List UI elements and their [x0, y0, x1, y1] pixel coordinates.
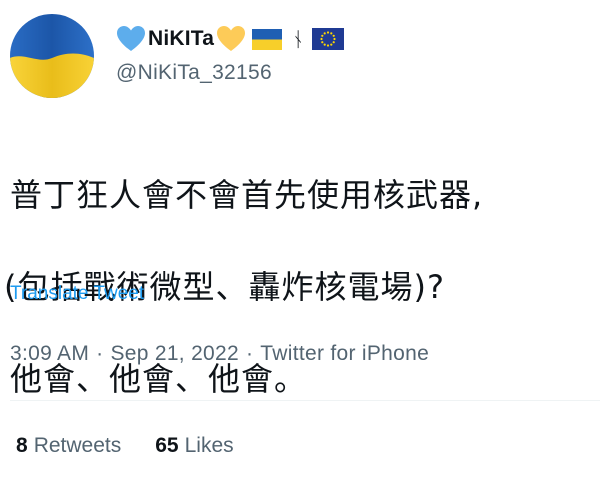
likes-stat[interactable]: 65 Likes [155, 434, 233, 458]
tweet-metadata: 3:09 AM · Sep 21, 2022 · Twitter for iPh… [10, 342, 429, 366]
user-names: NiKITa ᚾ @NiKiTa_32156 [116, 22, 345, 85]
blue-heart-icon [116, 25, 146, 53]
retweets-stat[interactable]: 8 Retweets [16, 434, 121, 458]
yellow-heart-icon [216, 25, 246, 53]
eu-flag-icon [312, 28, 345, 50]
tweet-text-line: 普丁狂人會不會首先使用核武器, [10, 176, 484, 214]
display-name-row[interactable]: NiKITa ᚾ [116, 22, 345, 56]
likes-label: Likes [184, 434, 234, 457]
user-handle[interactable]: @NiKiTa_32156 [116, 61, 344, 85]
tweet-card: NiKITa ᚾ @NiKiTa_32156 普丁狂人會不會首先使用核武器, (… [0, 0, 600, 478]
separator: · [246, 342, 254, 365]
translate-tweet-link[interactable]: Translate Tweet [10, 283, 144, 305]
tweet-header: NiKITa ᚾ @NiKiTa_32156 [10, 14, 345, 100]
separator: · [96, 342, 104, 365]
rune-icon: ᚾ [292, 27, 305, 51]
avatar[interactable] [10, 14, 94, 98]
ukraine-flag-icon [252, 28, 283, 50]
tweet-time[interactable]: 3:09 AM [10, 342, 89, 366]
retweets-count: 8 [16, 434, 28, 457]
display-name: NiKITa [148, 27, 215, 50]
ukraine-flag-avatar-image [10, 14, 94, 98]
retweets-label: Retweets [33, 434, 122, 457]
engagement-stats: 8 Retweets 65 Likes [16, 434, 268, 458]
likes-count: 65 [155, 434, 179, 457]
divider [10, 400, 600, 401]
tweet-source[interactable]: Twitter for iPhone [260, 342, 429, 366]
tweet-date[interactable]: Sep 21, 2022 [110, 342, 239, 366]
